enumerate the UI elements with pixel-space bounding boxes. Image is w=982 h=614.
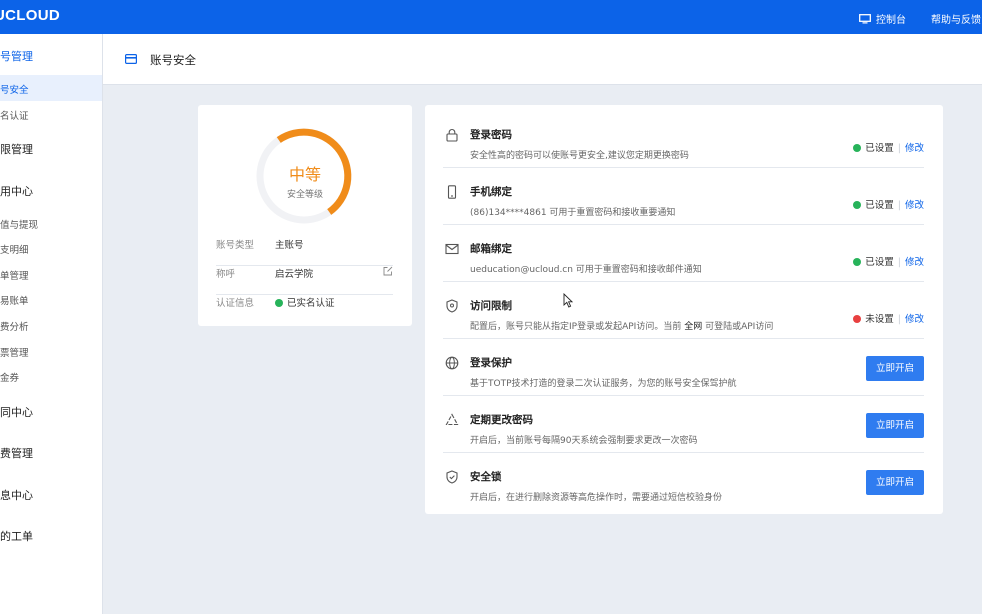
shield-lock-icon xyxy=(446,470,458,484)
enable-now-button[interactable]: 立即开启 xyxy=(866,470,924,495)
sidebar-section-messages[interactable]: 息中心 xyxy=(0,487,33,503)
edit-icon[interactable] xyxy=(383,266,393,276)
security-item-title: 登录密码 xyxy=(470,129,512,141)
sidebar-section-permissions[interactable]: 限管理 xyxy=(0,141,33,157)
security-item-title: 登录保护 xyxy=(470,357,512,369)
sidebar-item-coupons[interactable]: 金券 xyxy=(0,370,19,384)
security-item-status: 已设置 | 修改 xyxy=(853,254,924,268)
cycle-triangle-icon xyxy=(445,413,459,426)
sidebar: 号管理 号安全 名认证 限管理 用中心 值与提现 支明细 单管理 易账单 费分析… xyxy=(0,34,103,614)
security-item-access-restriction: 访问限制 配置后，账号只能从指定IP登录或发起API访问。当前 全网 可登陆或A… xyxy=(443,282,924,339)
security-item-title: 定期更改密码 xyxy=(470,414,533,426)
status-unset-dot-icon xyxy=(853,315,862,323)
divider: | xyxy=(897,200,901,211)
security-settings-card: 登录密码 安全性高的密码可以使账号更安全,建议您定期更换密码 已设置 | 修改 手机… xyxy=(425,105,943,514)
status-label: 已设置 xyxy=(865,200,894,211)
page-header: 账号安全 xyxy=(103,34,982,85)
monitor-icon xyxy=(859,13,871,23)
divider: | xyxy=(897,257,901,268)
sidebar-item-transactions[interactable]: 支明细 xyxy=(0,242,29,256)
sidebar-section-tickets[interactable]: 的工单 xyxy=(0,528,33,544)
sidebar-item-bills[interactable]: 易账单 xyxy=(0,293,29,307)
nickname-value: 启云学院 xyxy=(275,269,314,280)
sidebar-section-renewals[interactable]: 费管理 xyxy=(0,445,33,461)
security-item-title: 手机绑定 xyxy=(470,186,512,198)
nickname-key: 称呼 xyxy=(216,269,236,280)
security-item-desc: 安全性高的密码可以使账号更安全,建议您定期更换密码 xyxy=(470,151,689,161)
security-item-title: 安全锁 xyxy=(470,471,502,483)
account-type-value: 主账号 xyxy=(275,240,304,251)
status-set-dot-icon xyxy=(853,144,862,152)
security-item-security-lock: 安全锁 开启后，在进行删除资源等高危操作时，需要通过短信校验身份 立即开启 xyxy=(443,453,924,510)
status-label: 已设置 xyxy=(865,143,894,154)
certification-row: 认证信息 已实名认证 xyxy=(216,295,393,324)
sidebar-item-verification[interactable]: 名认证 xyxy=(0,108,29,122)
top-bar: UCLOUD 控制台 帮助与反馈 xyxy=(0,0,982,34)
sidebar-item-account-security[interactable]: 号安全 xyxy=(0,82,29,96)
mouse-cursor-icon xyxy=(563,293,573,308)
mail-icon xyxy=(445,243,459,255)
status-label: 未设置 xyxy=(865,314,894,325)
security-level-label: 安全等级 xyxy=(286,190,323,200)
security-item-desc: 开启后，在进行删除资源等高危操作时，需要通过短信校验身份 xyxy=(470,493,723,503)
desc-highlight: 全网 xyxy=(684,322,703,332)
console-label: 控制台 xyxy=(876,15,906,26)
sidebar-section-account[interactable]: 号管理 xyxy=(0,48,33,64)
security-item-phone-binding: 手机绑定 (86)134****4861 可用于重置密码和接收重要通知 已设置 |… xyxy=(443,168,924,225)
verified-dot-icon xyxy=(275,299,283,307)
modify-link[interactable]: 修改 xyxy=(905,143,924,154)
desc-prefix: 配置后，账号只能从指定IP登录或发起API访问。当前 xyxy=(470,322,682,332)
help-feedback-link[interactable]: 帮助与反馈 xyxy=(931,11,981,26)
shield-check-icon xyxy=(446,299,458,313)
security-level-card: 中等 安全等级 账号类型 主账号 称呼 启云学院 认证信息 已实名认证 xyxy=(198,105,412,326)
console-link[interactable]: 控制台 xyxy=(859,11,906,26)
security-item-desc: 开启后，当前账号每隔90天系统会强制要求更改一次密码 xyxy=(470,436,698,446)
nickname-row: 称呼 启云学院 xyxy=(216,266,393,295)
lock-icon xyxy=(446,129,458,142)
certification-value: 已实名认证 xyxy=(287,298,335,309)
sidebar-section-contracts[interactable]: 同中心 xyxy=(0,404,33,420)
modify-link[interactable]: 修改 xyxy=(905,200,924,211)
account-type-key: 账号类型 xyxy=(216,240,255,251)
status-label: 已设置 xyxy=(865,257,894,268)
sidebar-item-cost-analysis[interactable]: 费分析 xyxy=(0,319,29,333)
help-feedback-label: 帮助与反馈 xyxy=(931,15,981,26)
security-item-desc: 配置后，账号只能从指定IP登录或发起API访问。当前 全网 可登陆或API访问 xyxy=(470,319,773,332)
card-icon xyxy=(125,54,137,64)
security-item-title: 邮箱绑定 xyxy=(470,243,512,255)
status-set-dot-icon xyxy=(853,258,862,266)
sidebar-section-billing[interactable]: 用中心 xyxy=(0,183,33,199)
security-item-desc: 基于TOTP技术打造的登录二次认证服务，为您的账号安全保驾护航 xyxy=(470,379,737,389)
security-item-status: 未设置 | 修改 xyxy=(853,311,924,325)
security-item-login-protection: 登录保护 基于TOTP技术打造的登录二次认证服务，为您的账号安全保驾护航 立即开… xyxy=(443,339,924,396)
security-item-periodic-password: 定期更改密码 开启后，当前账号每隔90天系统会强制要求更改一次密码 立即开启 xyxy=(443,396,924,453)
security-item-desc: ueducation@ucloud.cn 可用于重置密码和接收邮件通知 xyxy=(470,265,702,275)
enable-now-button[interactable]: 立即开启 xyxy=(866,413,924,438)
divider: | xyxy=(897,143,901,154)
modify-link[interactable]: 修改 xyxy=(905,314,924,325)
sidebar-item-recharge[interactable]: 值与提现 xyxy=(0,217,38,231)
security-level-value: 中等 xyxy=(288,165,321,184)
desc-suffix: 可登陆或API访问 xyxy=(705,322,774,332)
enable-now-button[interactable]: 立即开启 xyxy=(866,356,924,381)
security-item-title: 访问限制 xyxy=(470,300,512,312)
page-title: 账号安全 xyxy=(150,53,196,67)
security-item-status: 已设置 | 修改 xyxy=(853,140,924,154)
security-item-email-binding: 邮箱绑定 ueducation@ucloud.cn 可用于重置密码和接收邮件通知… xyxy=(443,225,924,282)
security-item-desc: (86)134****4861 可用于重置密码和接收重要通知 xyxy=(470,208,676,218)
security-item-login-password: 登录密码 安全性高的密码可以使账号更安全,建议您定期更换密码 已设置 | 修改 xyxy=(443,111,924,168)
divider: | xyxy=(897,314,901,325)
certification-key: 认证信息 xyxy=(216,298,255,309)
ucloud-logo[interactable]: UCLOUD xyxy=(0,7,60,24)
sidebar-item-orders[interactable]: 单管理 xyxy=(0,268,29,282)
sidebar-item-invoices[interactable]: 票管理 xyxy=(0,345,29,359)
phone-icon xyxy=(447,185,457,199)
account-type-row: 账号类型 主账号 xyxy=(216,237,393,266)
security-item-status: 已设置 | 修改 xyxy=(853,197,924,211)
status-set-dot-icon xyxy=(853,201,862,209)
modify-link[interactable]: 修改 xyxy=(905,257,924,268)
certification-status: 已实名认证 xyxy=(275,295,335,309)
globe-icon xyxy=(445,356,459,370)
